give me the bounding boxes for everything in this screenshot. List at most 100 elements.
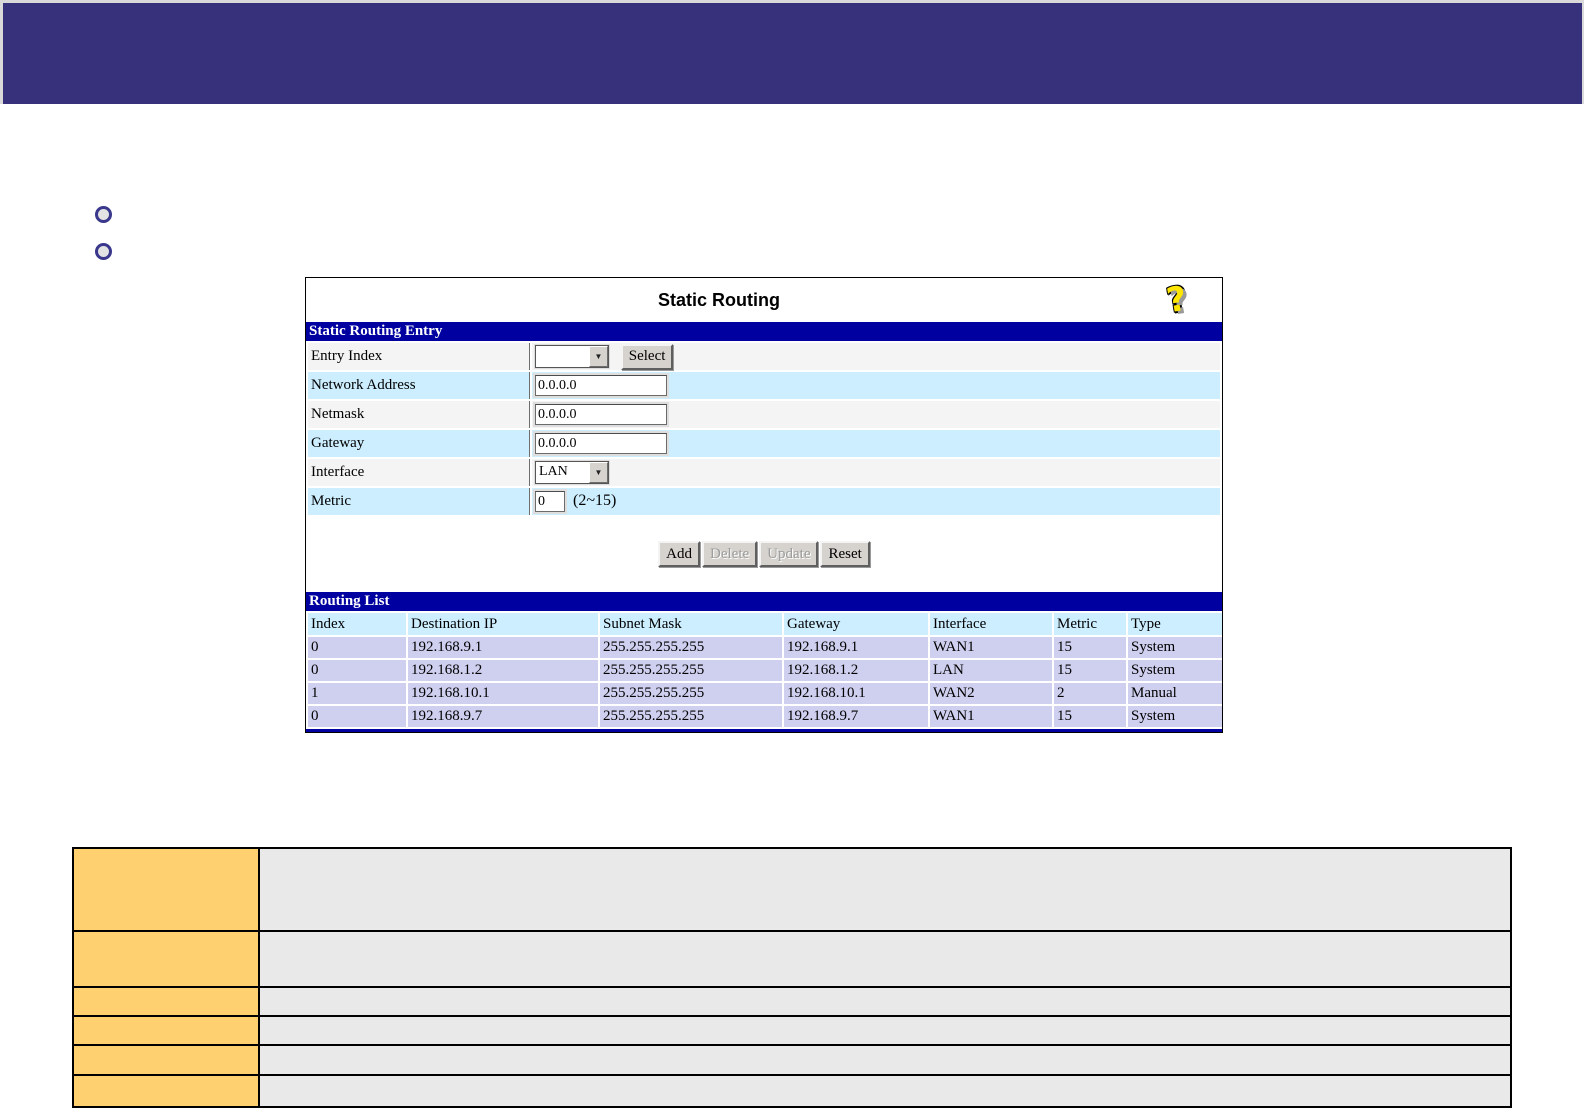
doc-label-cell xyxy=(73,1075,259,1107)
netmask-label: Netmask xyxy=(308,401,530,428)
static-routing-panel: Static Routing ? Static Routing Entry En… xyxy=(305,277,1223,733)
chevron-down-icon[interactable]: ▼ xyxy=(589,346,608,367)
add-button[interactable]: Add xyxy=(658,541,700,567)
routing-list-cell: WAN1 xyxy=(930,706,1052,727)
gateway-input[interactable] xyxy=(535,433,667,454)
routing-list-row: 1192.168.10.1255.255.255.255192.168.10.1… xyxy=(308,683,1222,704)
network-address-label: Network Address xyxy=(308,372,530,399)
metric-input[interactable] xyxy=(535,491,565,512)
form-row-gateway: Gateway xyxy=(308,430,1220,457)
routing-list-cell: 0 xyxy=(308,660,406,681)
routing-list-cell: 15 xyxy=(1054,660,1126,681)
routing-list-bottom-edge xyxy=(306,729,1222,732)
list-bullet-icon xyxy=(95,206,112,223)
list-bullet-icon xyxy=(95,243,112,260)
metric-range-hint: (2~15) xyxy=(573,492,616,509)
routing-list-header: Routing List xyxy=(306,592,1222,611)
routing-list-cell: 255.255.255.255 xyxy=(600,683,782,704)
routing-list-cell: System xyxy=(1128,660,1222,681)
netmask-input[interactable] xyxy=(535,404,667,425)
doc-content-cell xyxy=(259,1016,1511,1045)
routing-column-header: Type xyxy=(1128,613,1222,635)
form-buttons-row: AddDeleteUpdateReset xyxy=(306,541,1222,567)
routing-list-table: IndexDestination IPSubnet MaskGatewayInt… xyxy=(306,611,1224,729)
top-banner-frame xyxy=(0,0,1584,104)
routing-list-cell: Manual xyxy=(1128,683,1222,704)
doc-table xyxy=(72,847,1512,1108)
doc-label-cell xyxy=(73,1016,259,1045)
routing-list-cell: 255.255.255.255 xyxy=(600,637,782,658)
static-routing-entry-form: Entry Index ▼ Select Network Address Net… xyxy=(306,341,1222,517)
page-title: Static Routing xyxy=(306,290,1132,311)
routing-list-row: 0192.168.1.2255.255.255.255192.168.1.2LA… xyxy=(308,660,1222,681)
routing-list-cell: System xyxy=(1128,706,1222,727)
help-icon[interactable]: ? xyxy=(1164,282,1189,319)
routing-list-cell: 192.168.1.2 xyxy=(408,660,598,681)
routing-list-cell: 192.168.9.1 xyxy=(408,637,598,658)
entry-index-dropdown[interactable]: ▼ xyxy=(535,345,609,368)
panel-title-row: Static Routing ? xyxy=(306,278,1222,322)
routing-column-header: Subnet Mask xyxy=(600,613,782,635)
doc-label-cell xyxy=(73,931,259,987)
interface-label: Interface xyxy=(308,459,530,486)
network-address-input[interactable] xyxy=(535,375,667,396)
form-row-metric: Metric (2~15) xyxy=(308,488,1220,515)
routing-list-cell: 2 xyxy=(1054,683,1126,704)
routing-list-cell: 1 xyxy=(308,683,406,704)
interface-dropdown-value: LAN xyxy=(536,462,589,483)
doc-content-cell xyxy=(259,931,1511,987)
doc-table-row xyxy=(73,1045,1511,1075)
routing-list-cell: 15 xyxy=(1054,706,1126,727)
routing-column-header: Interface xyxy=(930,613,1052,635)
routing-list-cell: WAN2 xyxy=(930,683,1052,704)
routing-list-cell: LAN xyxy=(930,660,1052,681)
routing-list-cell: 0 xyxy=(308,637,406,658)
interface-dropdown[interactable]: LAN ▼ xyxy=(535,461,609,484)
chevron-down-icon[interactable]: ▼ xyxy=(589,462,608,483)
routing-list-cell: 192.168.10.1 xyxy=(408,683,598,704)
routing-list-row: 0192.168.9.1255.255.255.255192.168.9.1WA… xyxy=(308,637,1222,658)
top-banner xyxy=(3,3,1582,104)
page: Static Routing ? Static Routing Entry En… xyxy=(0,0,1584,1108)
doc-label-cell xyxy=(73,1045,259,1075)
doc-table-row xyxy=(73,931,1511,987)
routing-list-cell: System xyxy=(1128,637,1222,658)
doc-content-cell xyxy=(259,1045,1511,1075)
entry-section-header: Static Routing Entry xyxy=(306,322,1222,341)
routing-list-cell: 192.168.9.1 xyxy=(784,637,928,658)
metric-label: Metric xyxy=(308,488,530,515)
form-row-network-address: Network Address xyxy=(308,372,1220,399)
doc-label-cell xyxy=(73,987,259,1016)
routing-list-cell: 192.168.9.7 xyxy=(408,706,598,727)
doc-table-row xyxy=(73,987,1511,1016)
routing-list-cell: 192.168.10.1 xyxy=(784,683,928,704)
doc-label-cell xyxy=(73,848,259,931)
routing-list-cell: WAN1 xyxy=(930,637,1052,658)
routing-list-cell: 15 xyxy=(1054,637,1126,658)
doc-content-cell xyxy=(259,1075,1511,1107)
routing-list-cell: 255.255.255.255 xyxy=(600,660,782,681)
routing-list-cell: 255.255.255.255 xyxy=(600,706,782,727)
gateway-label: Gateway xyxy=(308,430,530,457)
form-row-netmask: Netmask xyxy=(308,401,1220,428)
select-button[interactable]: Select xyxy=(621,344,674,370)
routing-column-header: Index xyxy=(308,613,406,635)
form-row-interface: Interface LAN ▼ xyxy=(308,459,1220,486)
doc-content-cell xyxy=(259,848,1511,931)
entry-index-label: Entry Index xyxy=(308,343,530,370)
reset-button[interactable]: Reset xyxy=(820,541,869,567)
routing-list-row: 0192.168.9.7255.255.255.255192.168.9.7WA… xyxy=(308,706,1222,727)
entry-index-dropdown-value xyxy=(536,346,589,367)
form-row-entry-index: Entry Index ▼ Select xyxy=(308,343,1220,370)
doc-table-row xyxy=(73,1075,1511,1107)
routing-column-header: Metric xyxy=(1054,613,1126,635)
routing-list-cell: 192.168.1.2 xyxy=(784,660,928,681)
routing-list-cell: 0 xyxy=(308,706,406,727)
update-button: Update xyxy=(759,541,818,567)
routing-list-body: 0192.168.9.1255.255.255.255192.168.9.1WA… xyxy=(308,637,1222,727)
doc-content-cell xyxy=(259,987,1511,1016)
routing-column-header: Destination IP xyxy=(408,613,598,635)
routing-column-header: Gateway xyxy=(784,613,928,635)
routing-list-cell: 192.168.9.7 xyxy=(784,706,928,727)
doc-table-row xyxy=(73,848,1511,931)
